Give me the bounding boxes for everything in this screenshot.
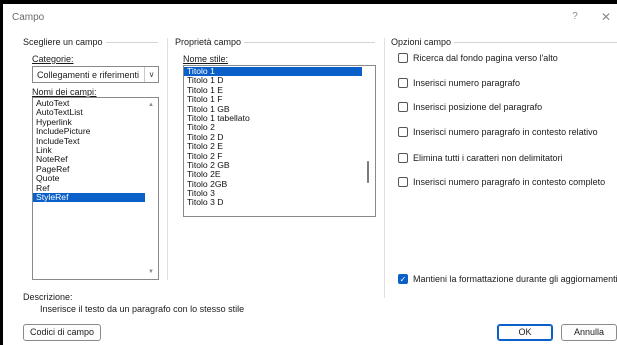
option-checkbox[interactable]: [398, 153, 408, 163]
option-checkbox[interactable]: [398, 177, 408, 187]
description-text: Inserisce il testo da un paragrafo con l…: [40, 304, 245, 314]
left-group-title: Scegliere un campo: [23, 37, 106, 47]
left-separator: [167, 38, 168, 280]
cancel-button[interactable]: Annulla: [561, 324, 617, 341]
option-label: Ricerca dal fondo pagina verso l'alto: [413, 53, 558, 63]
option-checkbox[interactable]: [398, 102, 408, 112]
middle-group-title: Proprietà campo: [175, 37, 245, 47]
chevron-down-icon[interactable]: ∨: [144, 67, 158, 82]
style-name-label: Nome stile:: [183, 54, 229, 64]
field-name-item[interactable]: StyleRef: [33, 192, 158, 203]
option-label: Inserisci posizione del paragrafo: [413, 102, 543, 112]
style-list-scroll-thumb[interactable]: [367, 161, 369, 183]
field-name-item[interactable]: Quote: [33, 173, 158, 183]
description-label: Descrizione:: [23, 292, 73, 302]
scroll-up-icon[interactable]: ▲: [148, 102, 154, 108]
checkmark-icon[interactable]: ✓: [398, 274, 408, 284]
field-names-label: Nomi dei campi:: [32, 87, 97, 97]
field-names-list[interactable]: AutoText AutoTextList Hyperlink IncludePict…: [32, 97, 159, 280]
style-list-scrollbar[interactable]: [362, 66, 375, 216]
ok-button[interactable]: OK: [497, 324, 553, 341]
option-checkbox[interactable]: [398, 53, 408, 63]
help-button[interactable]: ?: [568, 10, 582, 24]
option-checkbox[interactable]: [398, 127, 408, 137]
categories-value: Collegamenti e riferimenti: [37, 70, 140, 80]
dialog-title: Campo: [12, 12, 45, 23]
title-bar: Campo ? ✕: [3, 4, 617, 30]
option-label: Elimina tutti i caratteri non delimitato…: [413, 153, 563, 163]
right-group-title: Opzioni campo: [391, 37, 455, 47]
field-dialog: Campo ? ✕ Scegliere un campo Categorie: …: [3, 4, 617, 345]
field-list-scrollbar[interactable]: ▲ ▼: [145, 98, 158, 279]
option-label: Inserisci numero paragrafo in contesto c…: [413, 177, 606, 187]
option-label: Mantieni la formattazione durante gli ag…: [413, 274, 617, 284]
categories-dropdown[interactable]: Collegamenti e riferimenti ∨: [32, 66, 159, 83]
scroll-down-icon[interactable]: ▼: [148, 269, 154, 275]
categories-label: Categorie:: [32, 54, 74, 64]
middle-separator: [384, 38, 385, 298]
close-icon[interactable]: ✕: [599, 10, 613, 24]
option-label: Inserisci numero paragrafo: [413, 78, 521, 88]
style-name-item[interactable]: Titolo 3 D: [184, 198, 375, 208]
field-codes-button[interactable]: Codici di campo: [23, 324, 101, 341]
style-names-list[interactable]: Titolo 1 Titolo 1 D Titolo 1 E Titolo 1 F Ti…: [183, 65, 376, 217]
option-checkbox[interactable]: [398, 78, 408, 88]
option-label: Inserisci numero paragrafo in contesto r…: [413, 127, 598, 137]
